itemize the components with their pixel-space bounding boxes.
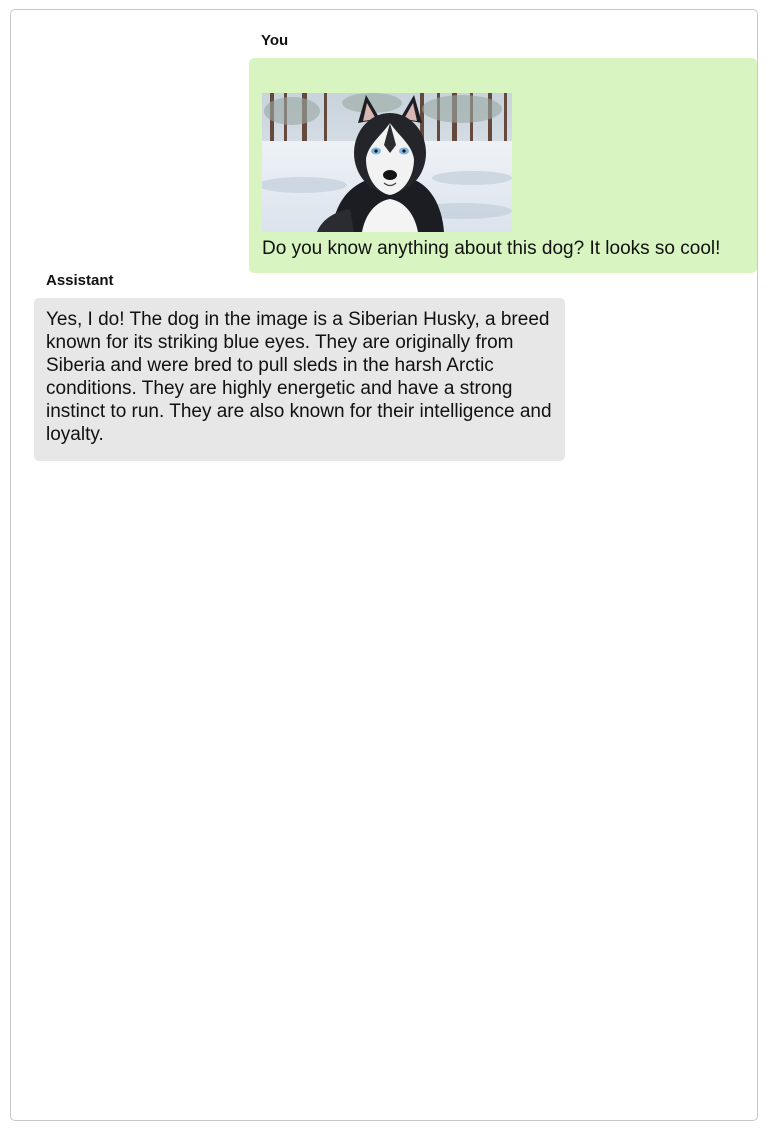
user-speaker-label: You	[261, 32, 289, 49]
user-message-bubble: Do you know anything about this dog? It …	[249, 58, 757, 273]
assistant-message-text: Yes, I do! The dog in the image is a Sib…	[46, 309, 552, 445]
assistant-message-bubble: Yes, I do! The dog in the image is a Sib…	[34, 298, 565, 461]
chat-window: You Do you know anything about this dog?…	[10, 9, 758, 1121]
user-message-text: Do you know anything about this dog? It …	[262, 238, 721, 259]
assistant-speaker-label: Assistant	[46, 272, 114, 289]
husky-photo	[262, 93, 512, 232]
